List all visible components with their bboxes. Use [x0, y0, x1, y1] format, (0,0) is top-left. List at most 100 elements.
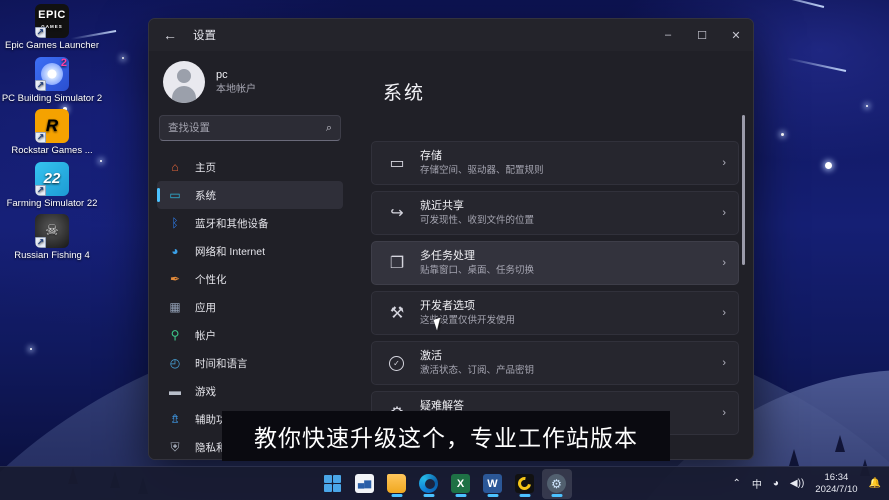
- wallpaper-star: [30, 348, 32, 350]
- tray-expand-chevron-icon[interactable]: ⌃: [732, 478, 740, 489]
- nearby-share-icon: ↪: [390, 205, 404, 222]
- running-indicator: [423, 494, 434, 497]
- settings-card-list: ▭ 存储 存储空间、驱动器、配置规则 › ↪ 就近共享 可发现性、收到文件的位置: [371, 141, 739, 435]
- window-title: 设置: [193, 30, 216, 42]
- wifi-icon[interactable]: ◕: [773, 478, 779, 489]
- wallpaper-tree: [835, 435, 845, 452]
- search-box[interactable]: ⌕: [159, 115, 341, 141]
- search-icon[interactable]: ⌕: [326, 122, 332, 135]
- apps-icon: ▦: [169, 300, 181, 314]
- desktop-icon-epic-games-launcher[interactable]: EPIC GAMES ↗ Epic Games Launcher: [0, 4, 104, 52]
- running-indicator: [519, 494, 530, 497]
- scrollbar-track[interactable]: [742, 81, 749, 459]
- settings-gear-icon: ⚙: [547, 474, 566, 493]
- ime-indicator[interactable]: 中: [752, 476, 762, 491]
- settings-window: ← 设置 – ☐ ✕ pc 本地帐户 ⌕: [148, 18, 754, 460]
- desktop: EPIC GAMES ↗ Epic Games Launcher 2 ↗ PC …: [0, 0, 889, 500]
- activation-check-icon: ✓: [389, 355, 404, 371]
- sidebar-item-label: 帐户: [195, 329, 216, 342]
- window-body: pc 本地帐户 ⌕ ⌂ 主页 ▭ 系统: [149, 51, 753, 459]
- rockstar-games-icon: R ↗: [35, 109, 69, 143]
- account-text: pc 本地帐户: [216, 68, 256, 96]
- minimize-button[interactable]: –: [651, 19, 685, 51]
- pc-building-simulator-2-icon: 2 ↗: [35, 56, 69, 91]
- settings-card-multitasking[interactable]: ❐ 多任务处理 贴靠窗口、桌面、任务切换 ›: [371, 241, 739, 285]
- sidebar-item-time-language[interactable]: ◴ 时间和语言: [157, 349, 343, 377]
- excel-button[interactable]: X: [446, 469, 476, 499]
- desktop-icon-label: PC Building Simulator 2: [1, 92, 103, 104]
- sidebar-item-label: 个性化: [195, 273, 227, 286]
- shortcut-arrow-icon: ↗: [35, 132, 46, 143]
- sidebar-item-label: 系统: [195, 189, 216, 202]
- wallpaper-shooting-star: [753, 0, 825, 8]
- desktop-icon-rockstar-games[interactable]: R ↗ Rockstar Games ...: [0, 109, 104, 157]
- card-subtitle: 贴靠窗口、桌面、任务切换: [420, 264, 535, 276]
- clock[interactable]: 16:34 2024/7/10: [815, 472, 857, 496]
- sidebar-item-home[interactable]: ⌂ 主页: [157, 153, 343, 181]
- account-section[interactable]: pc 本地帐户: [157, 51, 343, 115]
- sidebar-item-personalization[interactable]: ✒ 个性化: [157, 265, 343, 293]
- paintbrush-icon: ✒: [169, 272, 181, 286]
- desktop-icon-label: Farming Simulator 22: [6, 197, 98, 209]
- cortana-button[interactable]: [510, 469, 540, 499]
- word-button[interactable]: W: [478, 469, 508, 499]
- settings-card-storage[interactable]: ▭ 存储 存储空间、驱动器、配置规则 ›: [371, 141, 739, 185]
- card-text: 多任务处理 贴靠窗口、桌面、任务切换: [420, 249, 534, 278]
- clock-time: 16:34: [824, 471, 849, 483]
- back-button[interactable]: ←: [155, 20, 185, 50]
- card-title: 激活: [420, 349, 442, 362]
- settings-button[interactable]: ⚙: [541, 468, 572, 499]
- chevron-right-icon: ›: [722, 257, 726, 269]
- speaker-icon[interactable]: ◀)): [790, 478, 804, 489]
- settings-card-activation[interactable]: ✓ 激活 激活状态、订阅、产品密钥 ›: [371, 341, 739, 385]
- sidebar-item-gaming[interactable]: ▬ 游戏: [157, 377, 343, 405]
- card-title: 就近共享: [420, 199, 464, 212]
- bell-icon[interactable]: 🔔: [869, 478, 881, 489]
- sidebar-item-label: 网络和 Internet: [195, 245, 266, 258]
- multitasking-windows-icon: ❐: [389, 255, 405, 272]
- bluetooth-icon: ᛒ: [171, 216, 179, 230]
- cortana-icon: [515, 474, 534, 493]
- close-button[interactable]: ✕: [719, 19, 753, 51]
- desktop-icon-russian-fishing-4[interactable]: ☠ ↗ Russian Fishing 4: [0, 214, 104, 262]
- file-explorer-icon: [387, 474, 406, 493]
- running-indicator: [487, 494, 498, 497]
- desktop-icon-label: Rockstar Games ...: [11, 145, 93, 156]
- sidebar-item-label: 游戏: [195, 385, 216, 398]
- settings-card-nearby-share[interactable]: ↪ 就近共享 可发现性、收到文件的位置 ›: [371, 191, 739, 235]
- search-input[interactable]: [168, 122, 326, 134]
- desktop-icon-pc-building-simulator-2[interactable]: 2 ↗ PC Building Simulator 2: [0, 56, 104, 105]
- scrollbar-thumb[interactable]: [742, 115, 745, 265]
- wallpaper-star: [781, 133, 784, 136]
- home-icon: ⌂: [171, 160, 179, 174]
- wallpaper-shooting-star: [787, 57, 847, 72]
- start-button[interactable]: [318, 469, 348, 499]
- window-title-bar: ← 设置 – ☐ ✕: [149, 19, 753, 51]
- widgets-button[interactable]: ▄▆: [350, 469, 380, 499]
- card-text: 存储 存储空间、驱动器、配置规则: [420, 149, 544, 178]
- content-pane: 系统 ▭ 存储 存储空间、驱动器、配置规则 › ↪ 就近共享 可发现性、收到文件…: [351, 51, 753, 459]
- epic-glyph-text: EPIC: [38, 8, 66, 21]
- wallpaper-tree: [789, 449, 799, 466]
- avatar: [163, 61, 205, 103]
- wallpaper-star: [866, 105, 868, 107]
- sidebar-item-bluetooth-devices[interactable]: ᛒ 蓝牙和其他设备: [157, 209, 343, 237]
- edge-button[interactable]: [414, 469, 444, 499]
- wallpaper-star: [122, 57, 124, 59]
- widgets-weather-icon: ▄▆: [355, 474, 374, 493]
- file-explorer-button[interactable]: [382, 469, 412, 499]
- settings-card-developer-options[interactable]: ⚒ 开发者选项 这些设置仅供开发使用 ›: [371, 291, 739, 335]
- sidebar-item-apps[interactable]: ▦ 应用: [157, 293, 343, 321]
- russian-fishing-4-icon: ☠ ↗: [35, 214, 69, 248]
- chevron-right-icon: ›: [722, 207, 726, 219]
- sidebar-item-system[interactable]: ▭ 系统: [157, 181, 343, 209]
- desktop-icon-farming-simulator-22[interactable]: 22 ↗ Farming Simulator 22: [0, 161, 104, 210]
- subtitle-overlay: 教你快速升级这个，专业工作站版本: [222, 411, 670, 461]
- maximize-button[interactable]: ☐: [685, 19, 719, 51]
- sidebar-item-network-internet[interactable]: ◕ 网络和 Internet: [157, 237, 343, 265]
- card-text: 就近共享 可发现性、收到文件的位置: [420, 199, 534, 228]
- sidebar-item-accounts[interactable]: ⚲ 帐户: [157, 321, 343, 349]
- clock-date: 2024/7/10: [815, 483, 858, 495]
- desktop-icon-label: Epic Games Launcher: [5, 40, 99, 51]
- windows-start-icon: [324, 475, 341, 492]
